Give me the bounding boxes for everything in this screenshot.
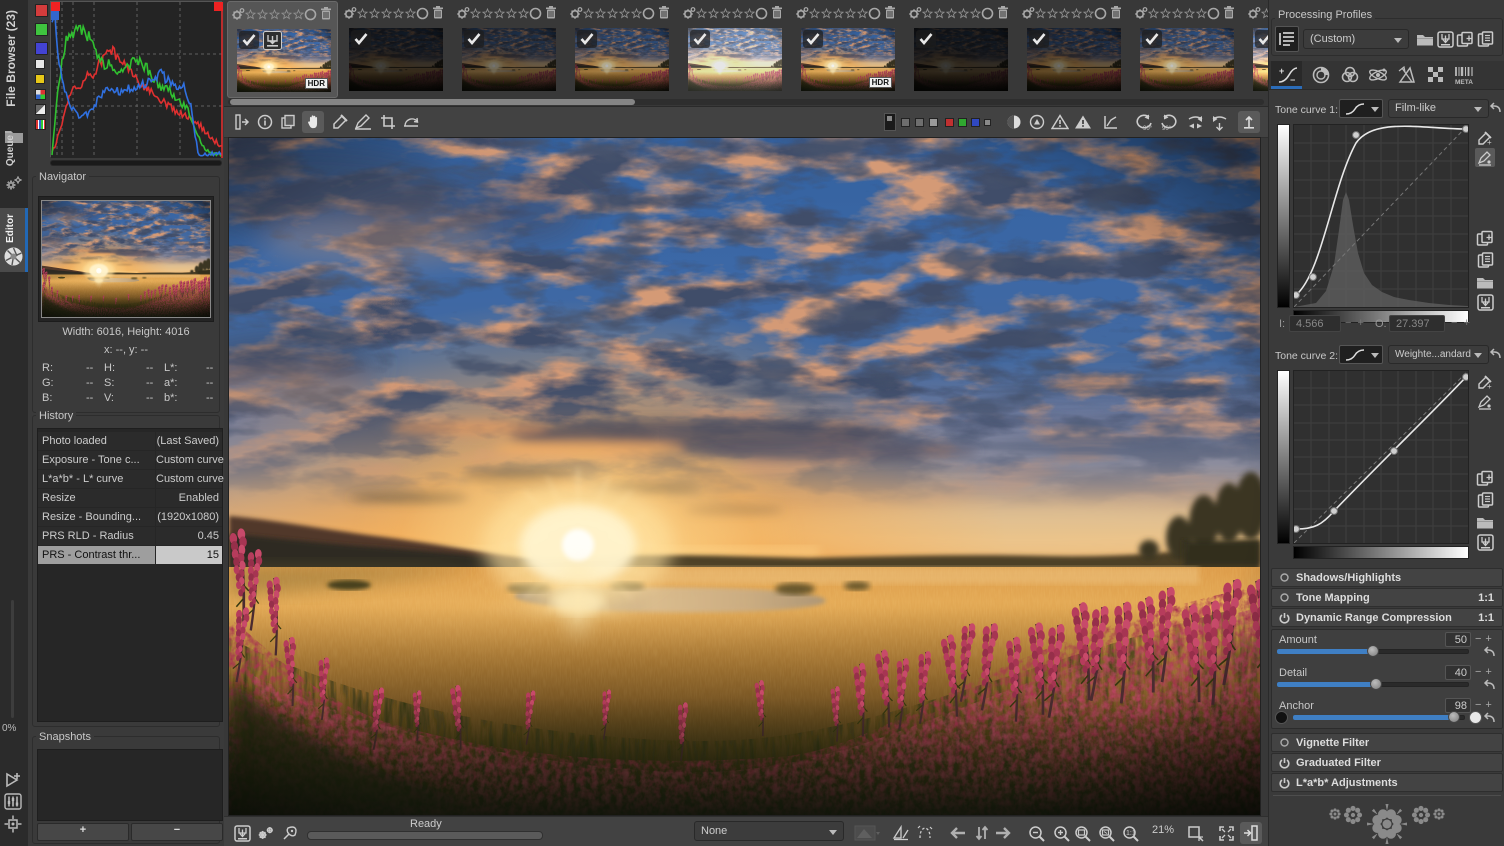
svg-text:+: + [1279, 66, 1284, 76]
svg-text:−: − [1290, 75, 1295, 85]
svg-text:1:1: 1:1 [1126, 830, 1136, 837]
svg-text:+: + [1487, 138, 1492, 146]
svg-text:META: META [1455, 79, 1473, 85]
svg-text:+: + [1487, 382, 1492, 390]
svg-text:90°: 90° [1143, 126, 1153, 131]
svg-text:90°: 90° [1162, 126, 1172, 131]
